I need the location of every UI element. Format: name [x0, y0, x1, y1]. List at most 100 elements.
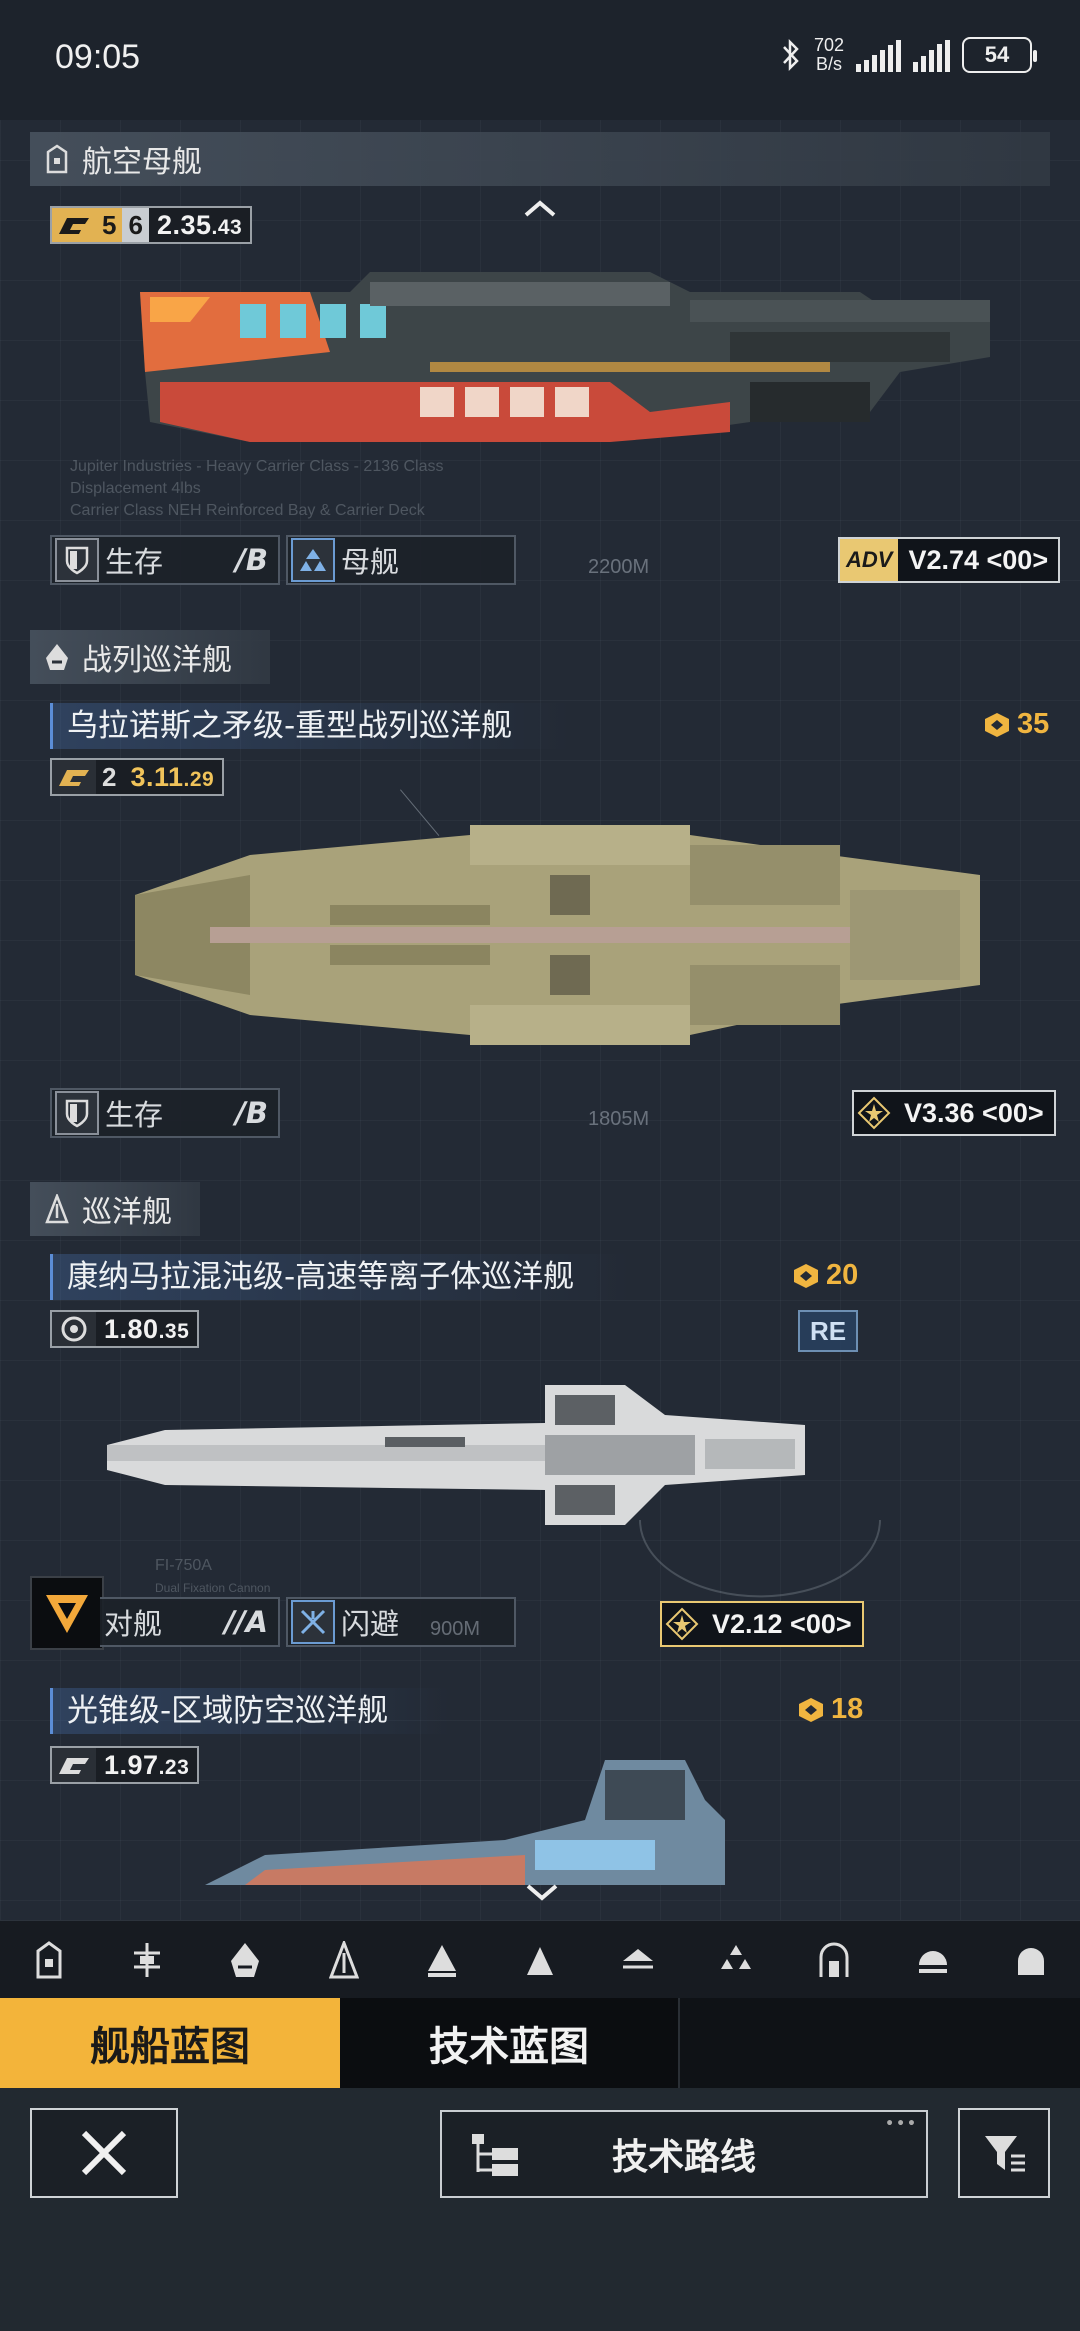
badge-tier: 5	[96, 208, 123, 242]
badge-tier: 2	[102, 761, 117, 792]
battery-icon: 54	[962, 37, 1037, 73]
cruiser-2-ship-image[interactable]	[205, 1760, 725, 1885]
role-tag-label: 闪避	[341, 1607, 400, 1641]
filter-icon	[985, 2136, 1025, 2172]
attack-role-icon	[46, 1595, 88, 1633]
role-tag-survival[interactable]: 生存 /B	[50, 1088, 280, 1138]
ship-cost: 18	[797, 1693, 863, 1726]
status-bar: 09:05 702 B/s 54	[0, 0, 1080, 120]
signal-icon-2	[913, 38, 950, 72]
role-tag-grade: /B	[235, 543, 268, 577]
tech-route-button[interactable]: 技术路线 •••	[440, 2110, 928, 2198]
shield-icon	[55, 538, 99, 582]
ship-version-tag[interactable]: V2.12 <00>	[660, 1601, 864, 1647]
ship-rank-badge: 1.97.23	[50, 1746, 200, 1784]
role-tag-grade: /B	[235, 1096, 268, 1130]
scroll-down-chevron-icon[interactable]	[522, 1878, 562, 1908]
version-text: V2.74 <00>	[908, 544, 1049, 575]
class-carrier-icon[interactable]	[19, 1930, 79, 1990]
ship-version-tag[interactable]: V3.36 <00>	[852, 1090, 1056, 1136]
role-tag-survival[interactable]: 生存 /B	[50, 535, 280, 585]
star-diamond-icon	[662, 1603, 702, 1645]
manufacturer-logo-icon	[52, 208, 96, 242]
ship-name[interactable]: 乌拉诺斯之矛级-重型战列巡洋舰	[50, 703, 570, 749]
section-header-battlecruiser[interactable]: 战列巡洋舰	[30, 630, 270, 684]
section-title: 航空母舰	[82, 145, 202, 180]
role-tag-label: 生存	[105, 545, 164, 579]
role-tag-label: 对舰	[104, 1607, 163, 1641]
badge-version: 2.35.43	[156, 209, 243, 240]
manufacturer-logo-icon	[52, 760, 96, 794]
class-cruiser-icon[interactable]	[314, 1930, 374, 1990]
blueprint-label: FI-750A Dual Fixation Cannon	[155, 1557, 271, 1595]
close-icon	[81, 2130, 127, 2176]
bottom-action-bar: 技术路线 •••	[0, 2088, 1080, 2331]
class-station-icon[interactable]	[804, 1930, 864, 1990]
class-fighter-icon[interactable]	[608, 1930, 668, 1990]
bluetooth-icon	[783, 38, 799, 72]
adv-badge: ADV	[840, 539, 899, 581]
badge-version: 1.80.35	[104, 1313, 190, 1344]
cost-icon	[794, 1263, 818, 1288]
ship-cost: 20	[792, 1259, 858, 1292]
dps-role-badge[interactable]	[30, 1576, 104, 1650]
section-title: 战列巡洋舰	[82, 643, 232, 678]
ship-name[interactable]: 康纳马拉混沌级-高速等离子体巡洋舰	[50, 1254, 630, 1300]
tab-tech-blueprint[interactable]: 技术蓝图	[340, 1998, 680, 2088]
class-frigate-icon[interactable]	[412, 1930, 472, 1990]
ship-length: 1805M	[588, 1108, 650, 1130]
section-title: 巡洋舰	[82, 1195, 172, 1230]
tech-tree-icon	[472, 2134, 518, 2176]
carrier-ship-image[interactable]	[130, 262, 1000, 452]
cruiser-class-icon	[45, 1194, 69, 1224]
version-text: V3.36 <00>	[904, 1097, 1044, 1128]
ship-cost: 35	[983, 708, 1049, 741]
battlecruiser-class-icon	[46, 644, 68, 670]
blueprint-notes: Jupiter Industries - Heavy Carrier Class…	[70, 458, 444, 519]
scroll-up-chevron-icon[interactable]	[520, 193, 560, 223]
class-dome-icon[interactable]	[903, 1930, 963, 1990]
mothership-icon	[291, 538, 335, 582]
ship-length: 2200M	[588, 556, 650, 578]
net-speed-unit: B/s	[815, 54, 842, 74]
role-tag-evasion[interactable]: 闪避	[286, 1597, 516, 1647]
badge-version: 3.11.29	[130, 761, 215, 792]
ship-version-tag[interactable]: ADV V2.74 <00>	[838, 537, 1061, 583]
role-tag-anti-ship[interactable]: 对舰 //A	[100, 1597, 280, 1647]
decor-dots: •••	[885, 2116, 918, 2132]
class-destroyer-icon[interactable]	[117, 1930, 177, 1990]
badge-version: 1.97.23	[104, 1749, 190, 1780]
class-capital-icon[interactable]	[1001, 1930, 1061, 1990]
net-speed-value: 702	[813, 35, 844, 55]
blueprint-tabs: 舰船蓝图 技术蓝图	[0, 1998, 1080, 2088]
manufacturer-logo-icon	[52, 1748, 96, 1782]
class-corvette-icon[interactable]	[510, 1930, 570, 1990]
ship-rank-badge: 1.80.35	[50, 1310, 200, 1348]
status-icons: 702 B/s 54	[780, 36, 1037, 74]
ship-name[interactable]: 光锥级-区域防空巡洋舰	[50, 1688, 450, 1734]
role-tag-label: 生存	[105, 1098, 164, 1132]
class-battlecruiser-icon[interactable]	[215, 1930, 275, 1990]
class-squadron-icon[interactable]	[706, 1930, 766, 1990]
ship-rank-badge: 5 6 2.35.43	[50, 206, 253, 244]
clock: 09:05	[55, 38, 141, 76]
tech-route-label: 技术路线	[611, 2137, 756, 2178]
section-header-carrier[interactable]: 航空母舰	[30, 132, 1050, 186]
carrier-class-icon	[46, 144, 68, 174]
version-text: V2.12 <00>	[712, 1608, 852, 1639]
close-button[interactable]	[30, 2108, 178, 2198]
cost-icon	[799, 1697, 823, 1722]
role-tag-mothership[interactable]: 母舰	[286, 535, 516, 585]
shield-icon	[55, 1091, 99, 1135]
section-header-cruiser[interactable]: 巡洋舰	[30, 1182, 200, 1236]
battlecruiser-ship-image[interactable]	[130, 815, 990, 1055]
re-badge: RE	[798, 1310, 858, 1352]
filter-button[interactable]	[958, 2108, 1050, 2198]
network-speed: 702 B/s	[814, 36, 844, 74]
role-tag-grade: //A	[224, 1605, 268, 1639]
ship-length: 900M	[430, 1618, 481, 1640]
tab-ship-blueprint[interactable]: 舰船蓝图	[0, 1998, 340, 2088]
cost-icon	[985, 712, 1009, 737]
ship-rank-badge: 2 3.11.29	[50, 758, 225, 796]
role-tag-label: 母舰	[341, 545, 400, 579]
